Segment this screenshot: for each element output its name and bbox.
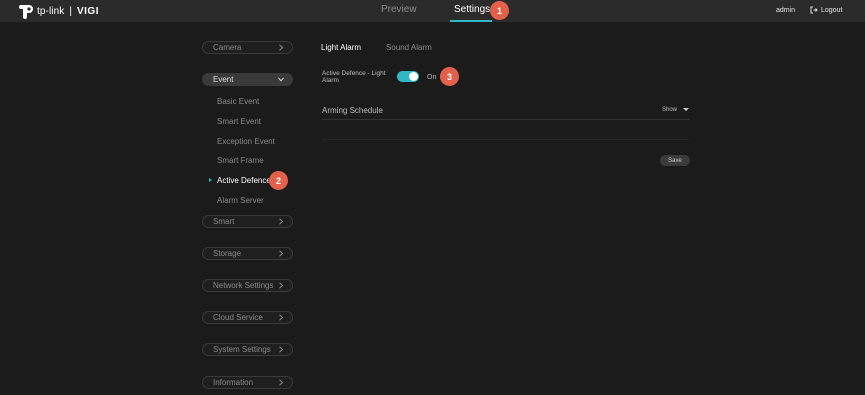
sidebar-item-storage[interactable]: Storage	[202, 247, 293, 260]
sidebar-subitem-smart-event[interactable]: Smart Event	[217, 117, 261, 126]
step-badge-3: 3	[440, 67, 459, 86]
tab-sound-alarm[interactable]: Sound Alarm	[386, 43, 432, 52]
section-divider	[322, 139, 689, 140]
active-defence-toggle[interactable]	[397, 71, 419, 82]
caret-down-icon	[683, 107, 690, 111]
logo-separator: |	[69, 5, 72, 17]
sidebar-item-label: Cloud Service	[213, 313, 263, 322]
sidebar-item-event[interactable]: Event	[202, 73, 293, 86]
chevron-down-icon	[278, 77, 284, 82]
active-item-marker	[209, 178, 212, 182]
active-tab-underline	[450, 20, 492, 22]
sidebar-item-label: Storage	[213, 249, 242, 258]
sidebar-item-system-settings[interactable]: System Settings	[202, 343, 293, 356]
sidebar-item-information[interactable]: Information	[202, 376, 293, 389]
sidebar-subitem-active-defence[interactable]: Active Defence	[217, 176, 271, 185]
logout-label: Logout	[821, 6, 843, 14]
toggle-state-text: On	[427, 74, 437, 81]
sidebar-item-cloud-service[interactable]: Cloud Service	[202, 311, 293, 324]
sidebar-subitem-alarm-server[interactable]: Alarm Server	[217, 196, 264, 205]
sidebar-item-label: Information	[213, 378, 254, 387]
logo-brand-text: tp-link	[37, 5, 65, 17]
top-bar: tp-link | VIGI Preview Settings admin Lo…	[0, 0, 865, 22]
chevron-right-icon	[279, 250, 284, 257]
sidebar-subitem-basic-event[interactable]: Basic Event	[217, 97, 259, 106]
logout-button[interactable]: Logout	[810, 6, 842, 14]
step-badge-1: 1	[490, 1, 509, 20]
toggle-knob	[409, 72, 418, 81]
chevron-right-icon	[279, 218, 284, 225]
sidebar-item-label: Smart	[213, 217, 235, 226]
chevron-right-icon	[279, 346, 284, 353]
user-name[interactable]: admin	[776, 7, 795, 14]
sidebar-item-smart[interactable]: Smart	[202, 215, 293, 228]
arming-schedule-title: Arming Schedule	[322, 106, 383, 115]
show-label: Show	[662, 107, 678, 113]
sidebar-item-label: Camera	[213, 43, 242, 52]
sidebar-item-label: System Settings	[213, 345, 271, 354]
nav-tab-preview[interactable]: Preview	[381, 4, 417, 22]
sidebar-item-label: Network Settings	[213, 281, 274, 290]
tp-link-vigi-logo: tp-link | VIGI	[17, 3, 99, 19]
logo-product-text: VIGI	[76, 5, 99, 17]
chevron-right-icon	[279, 379, 284, 386]
sidebar-item-label: Event	[213, 75, 234, 84]
sidebar-item-network-settings[interactable]: Network Settings	[202, 279, 293, 292]
save-button[interactable]: Save	[660, 155, 690, 166]
sidebar-subitem-exception-event[interactable]: Exception Event	[217, 137, 275, 146]
chevron-right-icon	[279, 282, 284, 289]
section-divider	[322, 119, 689, 120]
chevron-right-icon	[279, 314, 284, 321]
sidebar-item-camera[interactable]: Camera	[202, 41, 293, 54]
tp-link-logo-icon	[19, 5, 33, 19]
sidebar-subitem-smart-frame[interactable]: Smart Frame	[217, 156, 264, 165]
chevron-right-icon	[279, 44, 284, 51]
arming-schedule-show-toggle[interactable]: Show	[662, 107, 690, 113]
logout-icon	[810, 6, 818, 14]
active-defence-light-alarm-label: Active Defence - Light Alarm	[322, 70, 386, 84]
tab-light-alarm[interactable]: Light Alarm	[321, 43, 361, 52]
step-badge-2: 2	[269, 171, 288, 190]
